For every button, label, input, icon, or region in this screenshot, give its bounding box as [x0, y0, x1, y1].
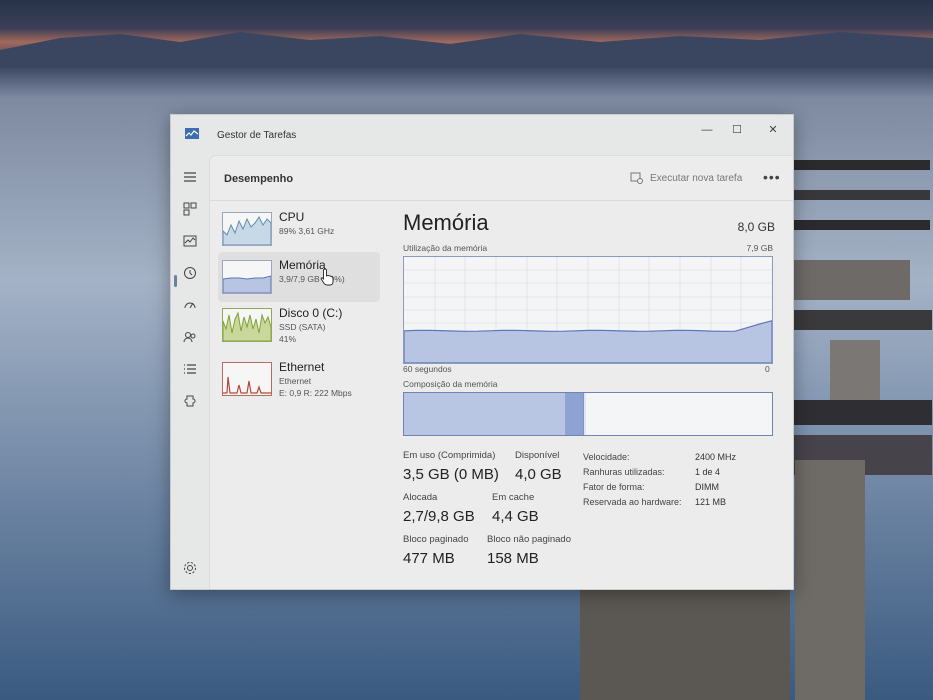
in-use-value: 3,5 GB (0 MB)	[403, 466, 499, 483]
page-title: Desempenho	[224, 173, 294, 185]
details-icon[interactable]	[182, 361, 198, 377]
perf-item-detail: 41%	[279, 334, 297, 344]
usage-graph-label: Utilização da memória	[403, 243, 488, 253]
perf-item-detail: 89% 3,61 GHz	[279, 226, 335, 236]
perf-item-name: Ethernet	[279, 360, 325, 374]
detail-title: Memória	[403, 210, 489, 235]
hamburger-icon[interactable]	[182, 169, 198, 185]
composition-in-use	[404, 393, 566, 435]
window-title: Gestor de Tarefas	[217, 130, 297, 141]
composition-modified	[566, 393, 584, 435]
disk-thumbnail-graph	[222, 308, 272, 342]
cached-value: 4,4 GB	[492, 508, 539, 525]
nonpaged-pool-label: Bloco não paginado	[487, 534, 571, 545]
committed-value: 2,7/9,8 GB	[403, 508, 475, 525]
cached-label: Em cache	[492, 492, 535, 503]
available-value: 4,0 GB	[515, 466, 562, 483]
perf-item-detail: 3,9/7,9 GB (49%)	[279, 274, 345, 284]
slots-value: 1 de 4	[695, 467, 721, 477]
task-manager-app-icon	[185, 128, 199, 139]
hardware-reserved-label: Reservada ao hardware:	[583, 497, 682, 507]
minimize-button[interactable]: —	[691, 121, 723, 139]
perf-item-name: Memória	[279, 258, 326, 272]
maximize-button[interactable]: ☐	[721, 121, 753, 139]
memory-detail-panel: Memória 8,0 GB Utilização da memória 7,9…	[403, 200, 793, 589]
title-bar[interactable]: Gestor de Tarefas — ☐ ✕	[171, 115, 793, 155]
slots-label: Ranhuras utilizadas:	[583, 467, 665, 477]
gear-icon[interactable]	[182, 560, 198, 576]
task-manager-window: Gestor de Tarefas — ☐ ✕ Desempenho Execu…	[170, 114, 794, 590]
memory-composition-bar	[403, 392, 773, 436]
more-options-button[interactable]: •••	[763, 169, 781, 185]
perf-item-memory[interactable]: Memória 3,9/7,9 GB (49%)	[218, 252, 380, 302]
perf-item-name: CPU	[279, 210, 305, 224]
perf-item-disk[interactable]: Disco 0 (C:) SSD (SATA) 41%	[218, 300, 380, 350]
page-header: Desempenho Executar nova tarefa •••	[210, 156, 793, 201]
form-factor-label: Fator de forma:	[583, 482, 645, 492]
run-task-icon[interactable]	[630, 172, 643, 184]
graph-time-left: 60 segundos	[403, 364, 452, 374]
performance-list: CPU 89% 3,61 GHz Memória 3,9/7,9 GB (49%…	[210, 200, 382, 589]
content-pane: Desempenho Executar nova tarefa ••• CPU …	[209, 155, 793, 589]
startup-icon[interactable]	[182, 297, 198, 313]
hardware-reserved-value: 121 MB	[695, 497, 727, 507]
performance-icon[interactable]	[182, 233, 198, 249]
hand-cursor-icon	[320, 268, 334, 286]
graph-time-right: 0	[765, 364, 770, 374]
usage-graph-max: 7,9 GB	[746, 243, 773, 253]
run-new-task-button[interactable]: Executar nova tarefa	[650, 173, 742, 184]
users-icon[interactable]	[182, 329, 198, 345]
perf-item-detail: E: 0,9 R: 222 Mbps	[279, 388, 352, 398]
form-factor-value: DIMM	[695, 482, 719, 492]
paged-pool-label: Bloco paginado	[403, 534, 469, 545]
committed-label: Alocada	[403, 492, 438, 503]
available-label: Disponível	[515, 450, 560, 461]
perf-item-ethernet[interactable]: Ethernet Ethernet E: 0,9 R: 222 Mbps	[218, 354, 380, 404]
perf-item-detail: SSD (SATA)	[279, 322, 326, 332]
perf-item-cpu[interactable]: CPU 89% 3,61 GHz	[218, 204, 380, 254]
ethernet-thumbnail-graph	[222, 362, 272, 396]
perf-item-detail: Ethernet	[279, 376, 312, 386]
composition-label: Composição da memória	[403, 379, 498, 389]
total-memory: 8,0 GB	[737, 220, 775, 234]
services-icon[interactable]	[182, 393, 198, 409]
perf-item-name: Disco 0 (C:)	[279, 306, 343, 320]
processes-icon[interactable]	[182, 201, 198, 217]
navigation-rail	[171, 155, 209, 589]
history-icon[interactable]	[182, 265, 198, 281]
speed-label: Velocidade:	[583, 452, 630, 462]
memory-usage-graph	[403, 256, 773, 364]
cpu-thumbnail-graph	[222, 212, 272, 246]
nonpaged-pool-value: 158 MB	[487, 550, 539, 567]
wallpaper-mountains	[0, 32, 933, 68]
speed-value: 2400 MHz	[695, 452, 737, 462]
in-use-label: Em uso (Comprimida)	[403, 450, 496, 461]
composition-standby	[584, 393, 586, 435]
active-indicator	[174, 275, 177, 287]
memory-thumbnail-graph	[222, 260, 272, 294]
close-button[interactable]: ✕	[757, 121, 789, 139]
paged-pool-value: 477 MB	[403, 550, 455, 567]
